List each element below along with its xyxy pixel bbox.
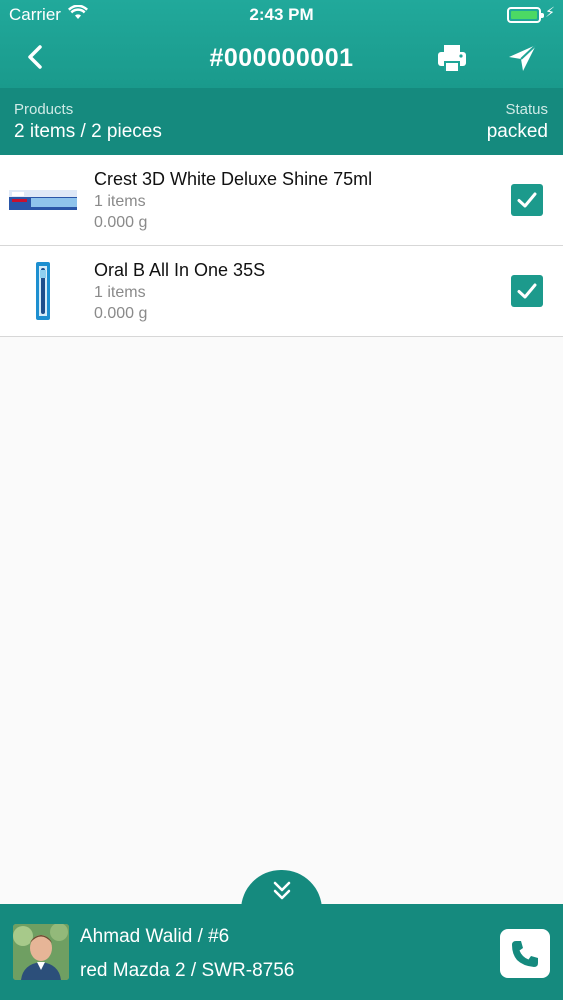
- charging-icon: ⚡: [545, 4, 555, 20]
- paper-plane-icon: [509, 44, 537, 71]
- order-number-title: #000000001: [209, 44, 354, 72]
- order-summary-bar: Products 2 items / 2 pieces Status packe…: [0, 88, 563, 155]
- clock-label: 2:43 PM: [249, 5, 314, 24]
- product-image-toothpaste: [8, 167, 78, 233]
- status-bar: Carrier 2:43 PM ⚡: [0, 0, 563, 30]
- checkmark-icon: [517, 192, 537, 208]
- driver-name: Ahmad Walid / #6: [80, 926, 230, 947]
- list-item[interactable]: Oral B All In One 35S 1 items 0.000 g: [0, 246, 563, 337]
- product-name: Oral B All In One 35S: [94, 260, 266, 280]
- phone-icon: [512, 940, 538, 967]
- products-label: Products: [14, 101, 74, 118]
- product-image-toothbrush: [8, 258, 78, 324]
- double-chevron-down-icon: [273, 881, 290, 900]
- call-driver-button[interactable]: [500, 929, 550, 978]
- driver-footer: Ahmad Walid / #6 red Mazda 2 / SWR-8756: [0, 904, 563, 1000]
- battery-icon: [507, 7, 544, 23]
- print-button[interactable]: [434, 40, 470, 76]
- status-value: packed: [486, 121, 548, 142]
- products-count: 2 items / 2 pieces: [14, 121, 162, 142]
- app-header: Carrier 2:43 PM ⚡ #000000001: [0, 0, 563, 88]
- packed-checkbox[interactable]: [511, 184, 543, 216]
- packed-checkbox[interactable]: [511, 275, 543, 307]
- product-quantity: 1 items: [94, 284, 146, 301]
- avatar: [13, 924, 69, 980]
- send-button[interactable]: [504, 40, 542, 76]
- product-list: Crest 3D White Deluxe Shine 75ml 1 items…: [0, 155, 563, 337]
- status-label: Status: [505, 101, 548, 118]
- printer-icon: [438, 45, 466, 71]
- product-quantity: 1 items: [94, 193, 146, 210]
- checkmark-icon: [517, 283, 537, 299]
- list-item[interactable]: Crest 3D White Deluxe Shine 75ml 1 items…: [0, 155, 563, 246]
- driver-vehicle: red Mazda 2 / SWR-8756: [80, 960, 295, 981]
- product-weight: 0.000 g: [94, 305, 148, 322]
- product-weight: 0.000 g: [94, 214, 148, 231]
- product-name: Crest 3D White Deluxe Shine 75ml: [94, 169, 373, 189]
